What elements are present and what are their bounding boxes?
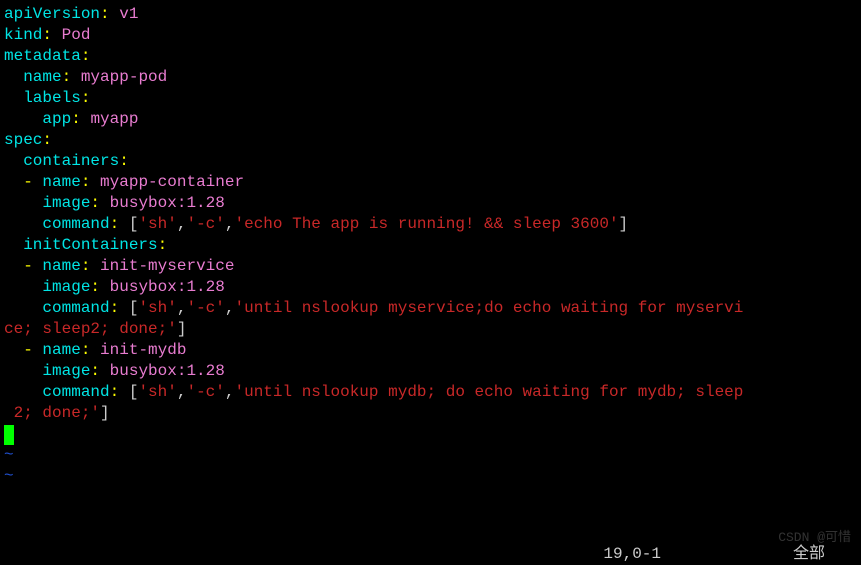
code-line: - name: init-mydb xyxy=(0,340,861,361)
code-line: kind: Pod xyxy=(0,25,861,46)
empty-line-tilde: ~ xyxy=(0,445,861,466)
code-line: command: ['sh','-c','echo The app is run… xyxy=(0,214,861,235)
code-line: image: busybox:1.28 xyxy=(0,193,861,214)
code-line: metadata: xyxy=(0,46,861,67)
code-line: - name: init-myservice xyxy=(0,256,861,277)
code-line: image: busybox:1.28 xyxy=(0,361,861,382)
code-line: 2; done;'] xyxy=(0,403,861,424)
cursor-block xyxy=(4,425,14,445)
code-line: app: myapp xyxy=(0,109,861,130)
code-line: command: ['sh','-c','until nslookup mydb… xyxy=(0,382,861,403)
empty-line-tilde: ~ xyxy=(0,466,861,487)
code-line: image: busybox:1.28 xyxy=(0,277,861,298)
editor-content: apiVersion: v1kind: Podmetadata: name: m… xyxy=(0,4,861,424)
code-line: containers: xyxy=(0,151,861,172)
code-line: ce; sleep2; done;'] xyxy=(0,319,861,340)
code-line: name: myapp-pod xyxy=(0,67,861,88)
code-line: labels: xyxy=(0,88,861,109)
cursor-position: 19,0-1 xyxy=(603,544,661,565)
code-line: spec: xyxy=(0,130,861,151)
code-line: initContainers: xyxy=(0,235,861,256)
code-line: command: ['sh','-c','until nslookup myse… xyxy=(0,298,861,319)
code-line: apiVersion: v1 xyxy=(0,4,861,25)
file-position-mode: 全部 xyxy=(793,544,825,565)
code-line: - name: myapp-container xyxy=(0,172,861,193)
